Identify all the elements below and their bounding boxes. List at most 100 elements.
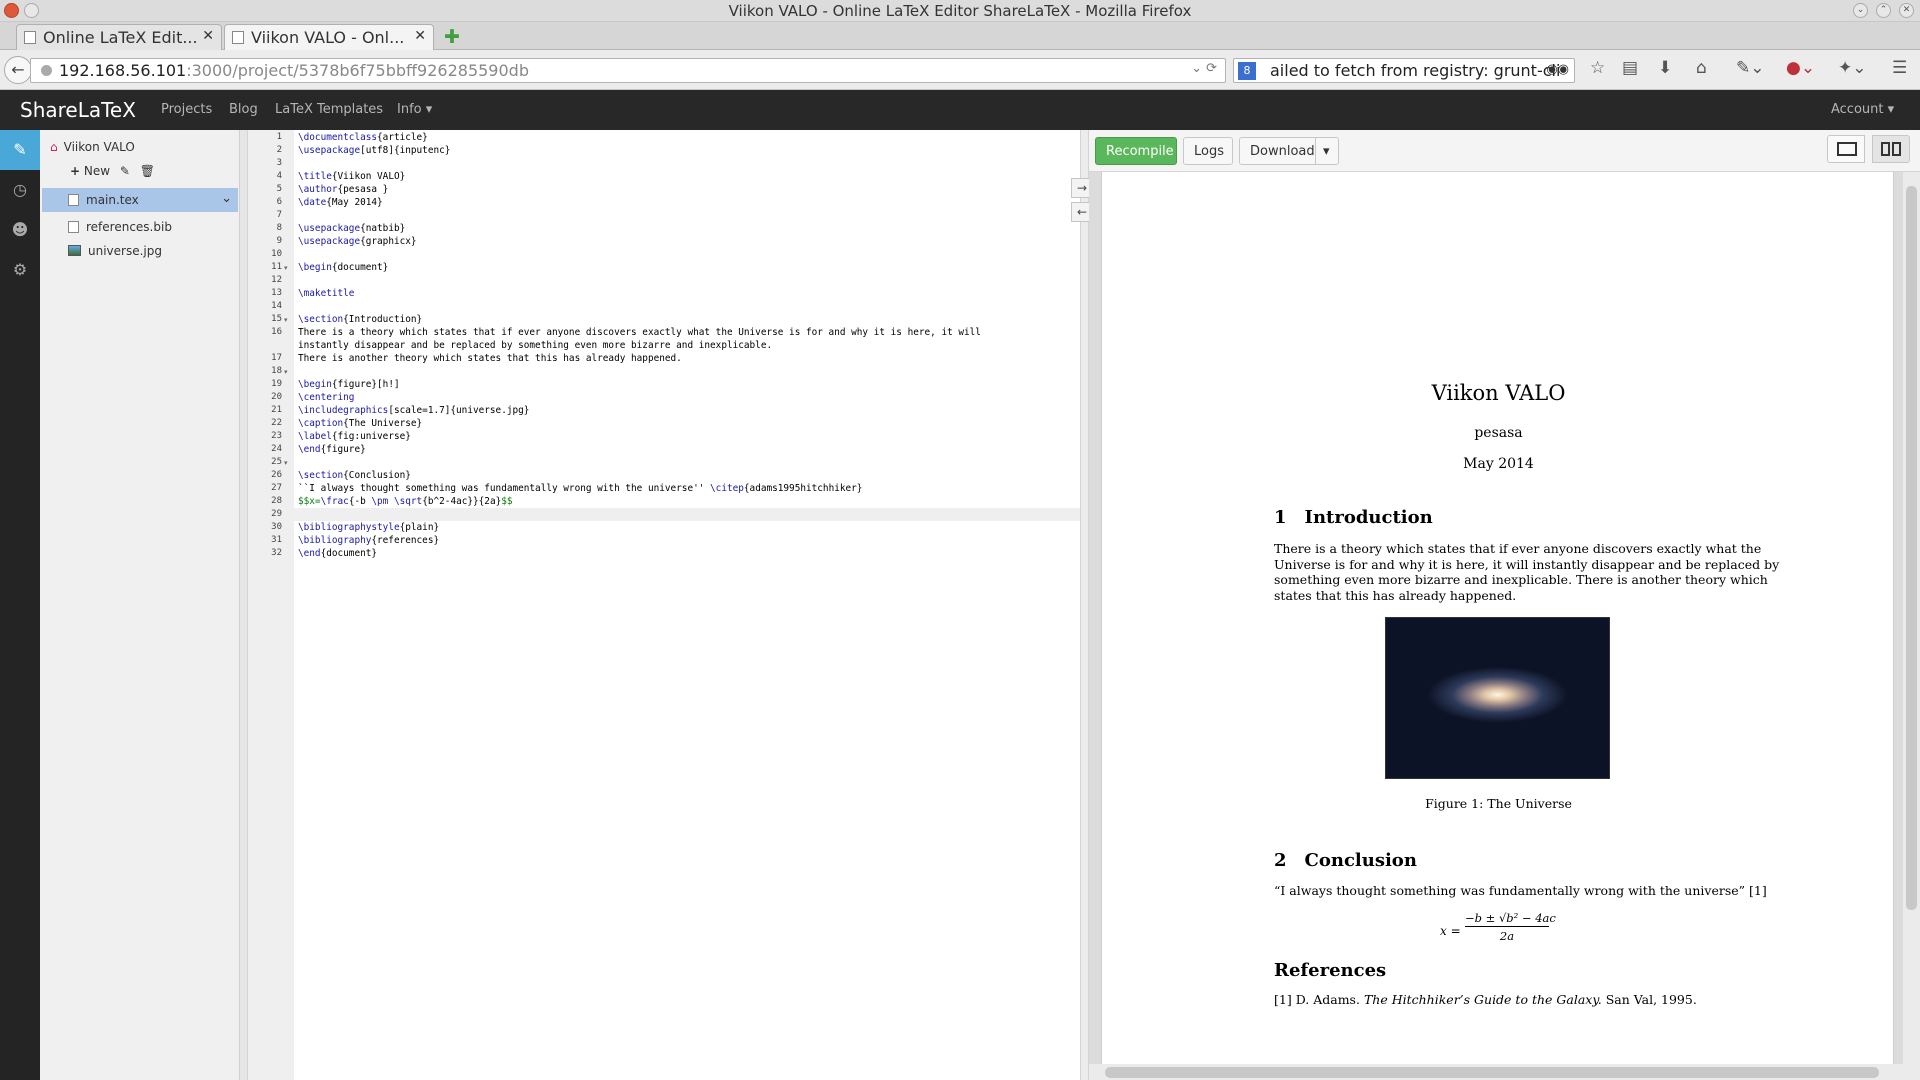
latex-command: \end xyxy=(298,444,321,455)
google-engine-icon[interactable]: 8 xyxy=(1238,62,1256,80)
chevron-down-icon[interactable]: ⌄ xyxy=(221,191,232,206)
reading-list-icon[interactable]: ▤ xyxy=(1622,58,1638,78)
fold-arrow-icon[interactable]: ▾ xyxy=(284,459,288,467)
section-title: Introduction xyxy=(1304,507,1433,528)
line-number: 11 xyxy=(271,262,282,272)
pdf-horizontal-scroll-thumb[interactable] xyxy=(1105,1067,1879,1078)
left-rail: ✎ ◷ ☻ ⚙ xyxy=(0,130,40,1080)
adblock-icon[interactable]: ●⌄ xyxy=(1786,58,1815,78)
tab-close-icon[interactable]: ✕ xyxy=(202,28,214,44)
menu-blog[interactable]: Blog xyxy=(229,102,258,117)
code-text: {figure} xyxy=(320,444,366,455)
split-pane-view-icon[interactable] xyxy=(1872,135,1910,163)
file-item-main-tex[interactable]: main.tex ⌄ xyxy=(42,188,238,212)
filetree-resize-handle[interactable] xyxy=(240,130,248,1080)
code-line: \section{Conclusion} xyxy=(298,470,411,481)
editor-pencil-icon[interactable]: ✎ xyxy=(0,130,40,170)
fold-arrow-icon[interactable]: ▾ xyxy=(284,316,288,324)
settings-gear-icon[interactable]: ⚙ xyxy=(0,250,40,290)
fold-arrow-icon[interactable]: ▾ xyxy=(284,368,288,376)
doc-title: Viikon VALO xyxy=(1431,381,1566,405)
download-icon[interactable]: ⬇ xyxy=(1658,58,1672,78)
sharelatex-logo[interactable]: ShareLaTeX xyxy=(20,98,136,122)
delete-trash-icon[interactable]: 🗑 xyxy=(140,164,155,178)
code-text: {Viikon VALO} xyxy=(331,171,406,182)
editor-gutter xyxy=(248,130,294,1080)
math-token: \frac xyxy=(320,496,349,507)
line-number: 22 xyxy=(271,418,282,428)
addon-puzzle-icon[interactable]: ✦⌄ xyxy=(1838,58,1867,78)
file-item-references-bib[interactable]: references.bib xyxy=(40,216,240,240)
section2-heading: 2 Conclusion xyxy=(1274,850,1417,871)
code-text: {document} xyxy=(331,262,389,273)
code-line: \maketitle xyxy=(298,288,354,299)
menu-info[interactable]: Info ▾ xyxy=(397,102,432,117)
menu-latex-templates[interactable]: LaTeX Templates xyxy=(275,102,383,117)
line-number: 1 xyxy=(276,132,282,142)
code-text: {May 2014} xyxy=(326,197,383,208)
site-identity-icon[interactable] xyxy=(41,65,52,76)
download-button[interactable]: Download xyxy=(1239,137,1321,165)
url-bar[interactable]: 192.168.56.101:3000/project/5378b6f75bbf… xyxy=(30,58,1226,83)
caret-down-icon: ▾ xyxy=(425,102,433,117)
close-window-icon[interactable]: ✕ xyxy=(1899,3,1914,18)
figure-caption: Figure 1: The Universe xyxy=(1425,796,1572,811)
pdf-vertical-scroll-thumb[interactable] xyxy=(1906,186,1917,910)
file-item-universe-jpg[interactable]: universe.jpg xyxy=(40,240,240,264)
history-icon[interactable]: ◷ xyxy=(0,170,40,210)
para-line: states that this has already happened. xyxy=(1274,587,1517,603)
code-text: {pesasa } xyxy=(337,184,389,195)
minimize-icon[interactable]: ⌄ xyxy=(1853,3,1868,18)
math-token: {b^2-4ac}}{2a} xyxy=(422,496,502,507)
bookmark-star-icon[interactable]: ☆ xyxy=(1590,58,1605,78)
tab-close-icon[interactable]: ✕ xyxy=(414,28,426,44)
latex-command: \date xyxy=(298,197,327,208)
search-bar[interactable]: 8 ailed to fetch from registry: grunt-cl… xyxy=(1233,58,1575,83)
window-title: Viikon VALO - Online LaTeX Editor ShareL… xyxy=(728,2,1192,20)
fold-arrow-icon[interactable]: ▾ xyxy=(284,264,288,272)
doc-date: May 2014 xyxy=(1463,456,1534,472)
code-text: [scale=1.7]{universe.jpg} xyxy=(388,405,530,416)
rename-pencil-icon[interactable]: ✎ xyxy=(120,164,130,178)
line-number: 20 xyxy=(271,392,282,402)
binoculars-search-icon[interactable]: ◉◉ xyxy=(1546,62,1569,77)
code-text: {references} xyxy=(371,535,440,546)
latex-command: \caption xyxy=(298,418,344,429)
code-line: \author{pesasa } xyxy=(298,184,388,195)
home-icon[interactable]: ⌂ xyxy=(1696,58,1707,78)
code-text: ``I always thought something was fundame… xyxy=(298,483,711,494)
download-dropdown-button[interactable]: ▾ xyxy=(1315,137,1339,165)
code-line: \bibliographystyle{plain} xyxy=(298,522,439,533)
addon-tool-icon[interactable]: ✎⌄ xyxy=(1736,58,1765,78)
new-file-button[interactable]: + New xyxy=(70,164,110,178)
logs-button[interactable]: Logs xyxy=(1183,137,1233,165)
code-text: {Introduction} xyxy=(343,314,423,325)
single-pane-view-icon[interactable] xyxy=(1827,135,1865,163)
code-editor[interactable] xyxy=(294,130,1080,1080)
file-name: universe.jpg xyxy=(88,244,162,258)
project-root[interactable]: ⌂ Viikon VALO xyxy=(40,140,240,164)
code-line: \documentclass{article} xyxy=(298,132,428,143)
maximize-icon[interactable]: ⌃ xyxy=(1876,3,1891,18)
line-number: 7 xyxy=(276,210,282,220)
menu-projects[interactable]: Projects xyxy=(161,102,212,117)
tab-online-latex-editor[interactable]: Online LaTeX Edit... ✕ xyxy=(16,24,222,50)
back-arrow-icon[interactable]: ← xyxy=(4,56,32,84)
page-favicon-icon xyxy=(232,31,244,44)
tab-viikon-valo[interactable]: Viikon VALO - Onl... ✕ xyxy=(224,24,434,51)
editor-pdf-resize-handle[interactable] xyxy=(1080,130,1089,1080)
line-number: 29 xyxy=(271,509,282,519)
hamburger-menu-icon[interactable]: ☰ xyxy=(1892,58,1907,78)
recompile-button[interactable]: Recompile xyxy=(1095,137,1177,165)
menu-account[interactable]: Account ▾ xyxy=(1831,102,1894,117)
url-host: 192.168.56.101 xyxy=(59,61,187,80)
share-users-icon[interactable]: ☻ xyxy=(0,210,40,250)
new-tab-plus-icon[interactable]: ✚ xyxy=(444,26,460,48)
code-line: \includegraphics[scale=1.7]{universe.jpg… xyxy=(298,405,529,416)
line-number: 30 xyxy=(271,522,282,532)
latex-command: \author xyxy=(298,184,338,195)
line-number: 2 xyxy=(276,145,282,155)
ref-number: [1] xyxy=(1274,992,1292,1007)
code-line: ``I always thought something was fundame… xyxy=(298,483,862,494)
url-dropdown-reload-icon[interactable]: ⌄ ⟳ xyxy=(1191,61,1217,76)
